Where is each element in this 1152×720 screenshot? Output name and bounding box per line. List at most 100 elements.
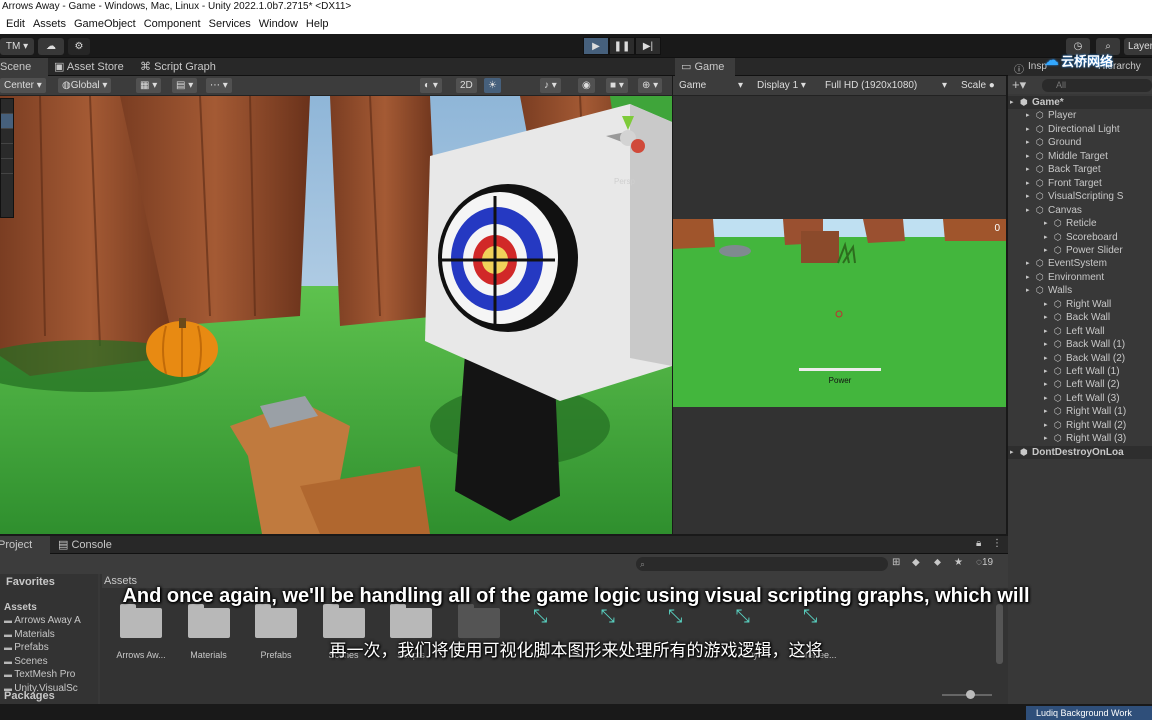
hierarchy-item[interactable]: ▸ ⬡ Scoreboard: [1008, 231, 1152, 244]
expand-arrow-icon[interactable]: ▸: [1044, 338, 1048, 351]
expand-arrow-icon[interactable]: ▸: [1044, 365, 1048, 378]
move-tool[interactable]: [1, 114, 13, 129]
hierarchy-item[interactable]: ▸ ⬡ Left Wall (2): [1008, 378, 1152, 391]
expand-arrow-icon[interactable]: ▸: [1044, 231, 1048, 244]
menu-assets[interactable]: Assets: [33, 14, 66, 34]
expand-arrow-icon[interactable]: ▸: [1026, 190, 1030, 203]
tree-folder-item[interactable]: ▬ Arrows Away A: [4, 615, 81, 626]
menu-component[interactable]: Component: [144, 14, 201, 34]
2d-toggle[interactable]: 2D: [456, 78, 477, 93]
expand-arrow-icon[interactable]: ▸: [1026, 204, 1030, 217]
packages-root[interactable]: Packages: [4, 690, 55, 702]
hand-tool[interactable]: [1, 99, 13, 114]
expand-arrow-icon[interactable]: ▸: [1026, 150, 1030, 163]
menu-services[interactable]: Services: [209, 14, 251, 34]
tab-console[interactable]: ▤ Console: [52, 536, 118, 554]
lock-icon[interactable]: 🔒︎: [976, 538, 981, 549]
increment-snap-dropdown[interactable]: ▤ ▾: [172, 78, 198, 93]
camera-dropdown[interactable]: ■ ▾: [606, 78, 628, 93]
project-search-input[interactable]: ⌕: [636, 557, 888, 571]
hierarchy-item[interactable]: ▸ ⬡ Front Target: [1008, 177, 1152, 190]
hierarchy-item[interactable]: ▸ ⬢ Game*: [1008, 96, 1152, 109]
menu-window[interactable]: Window: [259, 14, 298, 34]
account-dropdown[interactable]: TM ▾: [0, 38, 34, 55]
display-dropdown[interactable]: Display 1 ▾: [753, 78, 810, 93]
expand-arrow-icon[interactable]: ▸: [1044, 378, 1048, 391]
filter-label-icon[interactable]: ◆: [912, 557, 920, 568]
hierarchy-item[interactable]: ▸ ⬡ Directional Light: [1008, 123, 1152, 136]
tab-game[interactable]: ▭ Game: [675, 58, 735, 76]
menu-help[interactable]: Help: [306, 14, 329, 34]
pivot-dropdown[interactable]: Center ▾: [0, 78, 46, 93]
menu-edit[interactable]: Edit: [6, 14, 25, 34]
play-button[interactable]: ▶: [583, 37, 609, 55]
more-options-icon[interactable]: ⋮: [992, 538, 1002, 549]
scale-tool[interactable]: [1, 144, 13, 159]
space-dropdown[interactable]: ◍Global ▾: [58, 78, 112, 93]
grid-snap-dropdown[interactable]: ▦ ▾: [136, 78, 162, 93]
hierarchy-item[interactable]: ▸ ⬡ Reticle: [1008, 217, 1152, 230]
game-view-dropdown[interactable]: Game ▾: [675, 78, 747, 93]
hierarchy-item[interactable]: ▸ ⬡ Back Wall (2): [1008, 352, 1152, 365]
hierarchy-item[interactable]: ▸ ⬡ Power Slider: [1008, 244, 1152, 257]
expand-arrow-icon[interactable]: ▸: [1044, 311, 1048, 324]
transform-tool[interactable]: [1, 174, 13, 189]
hierarchy-item[interactable]: ▸ ⬡ Right Wall (2): [1008, 419, 1152, 432]
tree-folder-item[interactable]: ▬ TextMesh Pro: [4, 669, 75, 680]
hierarchy-item[interactable]: ▸ ⬡ VisualScripting S: [1008, 190, 1152, 203]
expand-arrow-icon[interactable]: ▸: [1026, 257, 1030, 270]
tab-project[interactable]: Project: [0, 536, 50, 554]
expand-arrow-icon[interactable]: ▸: [1026, 109, 1030, 122]
expand-arrow-icon[interactable]: ▸: [1044, 392, 1048, 405]
expand-arrow-icon[interactable]: ▸: [1044, 298, 1048, 311]
hierarchy-item[interactable]: ▸ ⬡ Right Wall (3): [1008, 432, 1152, 445]
expand-arrow-icon[interactable]: ▸: [1044, 352, 1048, 365]
expand-arrow-icon[interactable]: ▸: [1010, 446, 1014, 459]
hierarchy-item[interactable]: ▸ ⬡ Right Wall (1): [1008, 405, 1152, 418]
hierarchy-item[interactable]: ▸ ⬡ Right Wall: [1008, 298, 1152, 311]
expand-arrow-icon[interactable]: ▸: [1026, 177, 1030, 190]
hierarchy-item[interactable]: ▸ ⬢ DontDestroyOnLoa: [1008, 445, 1152, 459]
menu-gameobject[interactable]: GameObject: [74, 14, 136, 34]
hierarchy-item[interactable]: ▸ ⬡ Walls: [1008, 284, 1152, 297]
expand-arrow-icon[interactable]: ▸: [1044, 217, 1048, 230]
expand-arrow-icon[interactable]: ▸: [1044, 432, 1048, 445]
tag-icon[interactable]: ⬥: [934, 557, 941, 568]
step-button[interactable]: ▶|: [635, 37, 661, 55]
hidden-count-badge[interactable]: ◌19: [976, 557, 993, 568]
gizmo-tools-dropdown[interactable]: ⋯ ▾: [206, 78, 232, 93]
expand-arrow-icon[interactable]: ▸: [1026, 123, 1030, 136]
hierarchy-item[interactable]: ▸ ⬡ Left Wall (1): [1008, 365, 1152, 378]
filter-type-icon[interactable]: ⊞: [892, 557, 900, 568]
shading-dropdown[interactable]: ◐ ▾: [420, 78, 442, 93]
hierarchy-item[interactable]: ▸ ⬡ Middle Target: [1008, 150, 1152, 163]
expand-arrow-icon[interactable]: ▸: [1044, 419, 1048, 432]
expand-arrow-icon[interactable]: ▸: [1026, 136, 1030, 149]
hierarchy-item[interactable]: ▸ ⬡ Back Wall (1): [1008, 338, 1152, 351]
hierarchy-item[interactable]: ▸ ⬡ Back Target: [1008, 163, 1152, 176]
add-icon[interactable]: +▾: [1012, 77, 1026, 93]
hierarchy-item[interactable]: ▸ ⬡ Player: [1008, 109, 1152, 122]
collab-button[interactable]: ⚙: [68, 38, 90, 55]
expand-arrow-icon[interactable]: ▸: [1044, 405, 1048, 418]
game-view[interactable]: 0 Power: [673, 96, 1006, 534]
tab-asset-store[interactable]: ▣ Asset Store: [48, 58, 130, 76]
hierarchy-search-input[interactable]: All: [1042, 79, 1152, 92]
layers-dropdown[interactable]: Layer: [1124, 38, 1152, 55]
audio-toggle[interactable]: ♪ ▾: [540, 78, 561, 93]
gizmos-dropdown[interactable]: ⊕ ▾: [638, 78, 663, 93]
tab-scene[interactable]: Scene: [0, 58, 48, 76]
tab-script-graph[interactable]: ⌘ Script Graph: [134, 58, 222, 76]
pause-button[interactable]: ❚❚: [609, 37, 635, 55]
hierarchy-item[interactable]: ▸ ⬡ Environment: [1008, 271, 1152, 284]
expand-arrow-icon[interactable]: ▸: [1026, 284, 1030, 297]
expand-arrow-icon[interactable]: ▸: [1026, 163, 1030, 176]
resolution-dropdown[interactable]: Full HD (1920x1080) ▾: [821, 78, 951, 93]
hierarchy-item[interactable]: ▸ ⬡ EventSystem: [1008, 257, 1152, 270]
rotate-tool[interactable]: [1, 129, 13, 144]
scene-viewport[interactable]: Persp: [0, 96, 672, 534]
lighting-toggle[interactable]: ☀: [484, 78, 501, 93]
cloud-button[interactable]: ☁: [38, 38, 64, 55]
rect-tool[interactable]: [1, 159, 13, 174]
hierarchy-item[interactable]: ▸ ⬡ Left Wall: [1008, 325, 1152, 338]
